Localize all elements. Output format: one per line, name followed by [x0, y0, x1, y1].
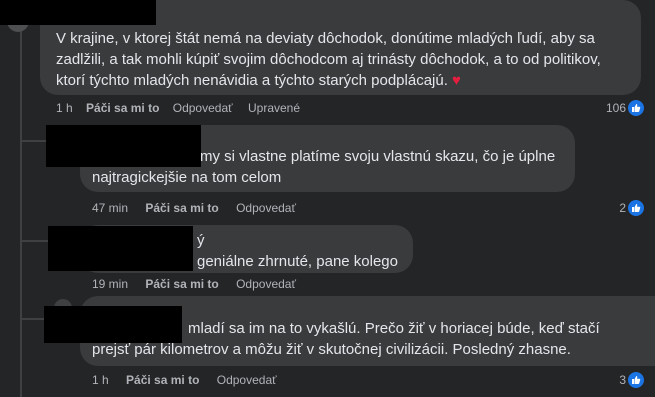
like-button[interactable]: Páči sa mi to — [126, 373, 199, 387]
comment-line: mladí sa im na to vykašlú. Prečo žiť v h… — [188, 320, 600, 337]
heart-icon: ♥ — [452, 72, 461, 89]
reply-button[interactable]: Odpovedať — [236, 201, 296, 215]
comment-line: ý — [197, 232, 205, 249]
comment-time[interactable]: 1 h — [92, 373, 109, 387]
comment-line: V krajine, v ktorej štát nemá na deviaty… — [56, 30, 595, 47]
like-button[interactable]: Páči sa mi to — [86, 101, 159, 115]
thread-line — [20, 240, 48, 242]
comment-meta: 1 h Páči sa mi to Odpovedať — [92, 373, 277, 387]
comment-line: my si vlastne platíme svoju vlastnú skaz… — [200, 148, 556, 165]
reply-button[interactable]: Odpovedať — [236, 277, 296, 291]
comment-time[interactable]: 47 min — [92, 201, 128, 215]
like-icon — [626, 198, 646, 218]
comment-line: najtragickejšie na tom celom — [92, 169, 282, 186]
reaction-count[interactable]: 3 — [608, 373, 626, 387]
edited-label[interactable]: Upravené — [248, 101, 300, 115]
thread-line — [20, 28, 22, 397]
thread-line — [20, 140, 48, 142]
comment-text: mladí sa im na to vykašlú. Prečo žiť v h… — [92, 318, 600, 360]
reaction-count[interactable]: 2 — [608, 201, 626, 215]
comment-text: my si vlastne platíme svoju vlastnú skaz… — [92, 146, 555, 188]
like-button[interactable]: Páči sa mi to — [145, 201, 218, 215]
comment-line: prejsť pár kilometrov a môžu žiť v skuto… — [92, 341, 571, 358]
redacted-author-name — [48, 226, 193, 271]
comment-meta: 1 h Páči sa mi to Odpovedať Upravené — [56, 101, 300, 115]
comment-meta: 47 min Páči sa mi to Odpovedať — [92, 201, 296, 215]
comment-line: geniálne zhrnuté, pane kolego — [197, 253, 398, 270]
comment-meta: 19 min Páči sa mi to Odpovedať — [92, 277, 296, 291]
redacted-author-name — [0, 0, 156, 25]
reaction-count[interactable]: 106 — [598, 101, 626, 115]
like-button[interactable]: Páči sa mi to — [145, 277, 218, 291]
comment-line: zadlžili, a tak mohli kúpiť svojim dôcho… — [56, 51, 601, 68]
comment-time[interactable]: 1 h — [56, 101, 73, 115]
like-icon — [626, 370, 646, 390]
comment-text: ý geniálne zhrnuté, pane kolego — [197, 230, 398, 272]
reply-button[interactable]: Odpovedať — [217, 373, 277, 387]
like-icon — [626, 98, 646, 118]
comment-text: V krajine, v ktorej štát nemá na deviaty… — [56, 28, 601, 91]
reply-button[interactable]: Odpovedať — [173, 101, 233, 115]
comment-line: ktorí týchto mladých nenávidia a týchto … — [56, 72, 461, 89]
comment-time[interactable]: 19 min — [92, 277, 128, 291]
